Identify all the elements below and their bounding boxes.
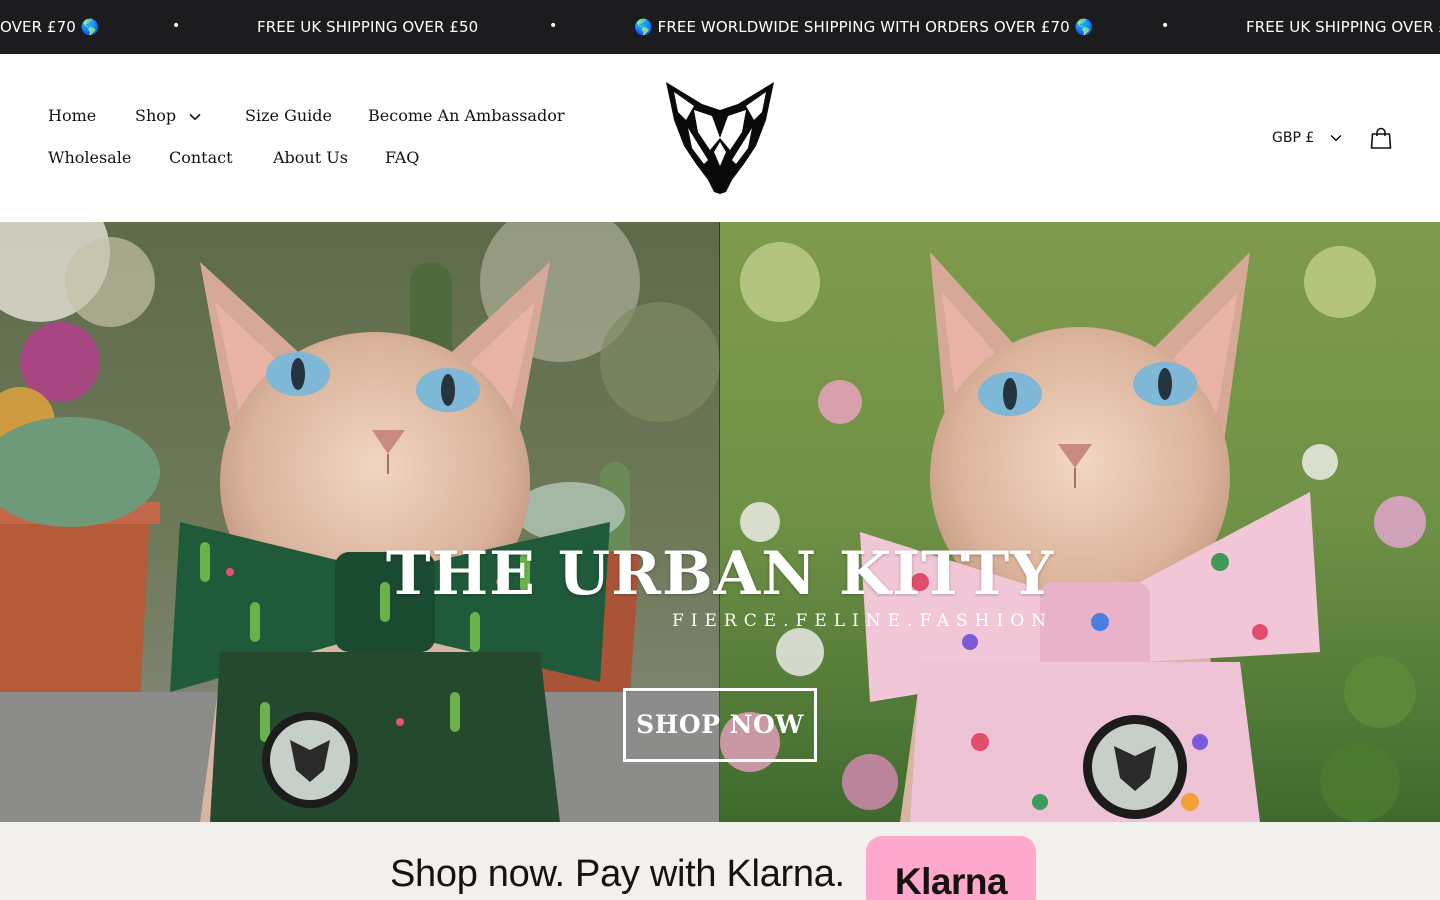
announcement-message: 🌎 FREE WORLDWIDE SHIPPING WITH ORDERS OV… <box>634 18 1094 36</box>
shop-now-button[interactable]: SHOP NOW <box>623 688 817 762</box>
hero-image-left <box>0 222 720 822</box>
cat-floral-bowtie-image <box>720 222 1440 822</box>
announcement-message: OVER £70 🌎 <box>0 18 100 36</box>
nav-about-us[interactable]: About Us <box>273 148 348 168</box>
announcement-separator: • <box>172 18 181 34</box>
klarna-badge: Klarna <box>866 836 1036 900</box>
nav-contact[interactable]: Contact <box>169 148 233 168</box>
announcement-bar: OVER £70 🌎 • FREE UK SHIPPING OVER £50 •… <box>0 0 1440 54</box>
currency-label: GBP £ <box>1272 130 1315 146</box>
cat-cactus-bowtie-image <box>0 222 720 822</box>
announcement-separator: • <box>549 18 558 34</box>
announcement-message: FREE UK SHIPPING OVER £50 <box>1246 18 1440 36</box>
nav-shop[interactable]: Shop <box>135 106 176 126</box>
hero-banner: THE URBAN KITTY FIERCE.FELINE.FASHION SH… <box>0 222 1440 822</box>
cat-head-logo-icon[interactable] <box>664 80 776 196</box>
nav-size-guide[interactable]: Size Guide <box>245 106 332 126</box>
announcement-separator: • <box>1161 18 1170 34</box>
site-header: Home Shop Size Guide Become An Ambassado… <box>0 54 1440 222</box>
klarna-logo-text: Klarna <box>894 861 1008 900</box>
hero-title: THE URBAN KITTY <box>385 539 1055 609</box>
nav-wholesale[interactable]: Wholesale <box>48 148 131 168</box>
klarna-message: Shop now. Pay with Klarna. <box>390 853 845 895</box>
hero-image-right <box>720 222 1440 822</box>
nav-home[interactable]: Home <box>48 106 96 126</box>
currency-selector[interactable]: GBP £ <box>1272 128 1342 148</box>
announcement-message: FREE UK SHIPPING OVER £50 <box>257 18 479 36</box>
nav-faq[interactable]: FAQ <box>385 148 419 168</box>
shopping-bag-icon[interactable] <box>1369 126 1393 150</box>
chevron-down-icon <box>1330 134 1342 142</box>
hero-tagline: FIERCE.FELINE.FASHION <box>672 611 1054 631</box>
chevron-down-icon[interactable] <box>189 113 201 121</box>
nav-become-ambassador[interactable]: Become An Ambassador <box>368 106 564 126</box>
klarna-banner[interactable]: Shop now. Pay with Klarna. Klarna <box>0 822 1440 900</box>
